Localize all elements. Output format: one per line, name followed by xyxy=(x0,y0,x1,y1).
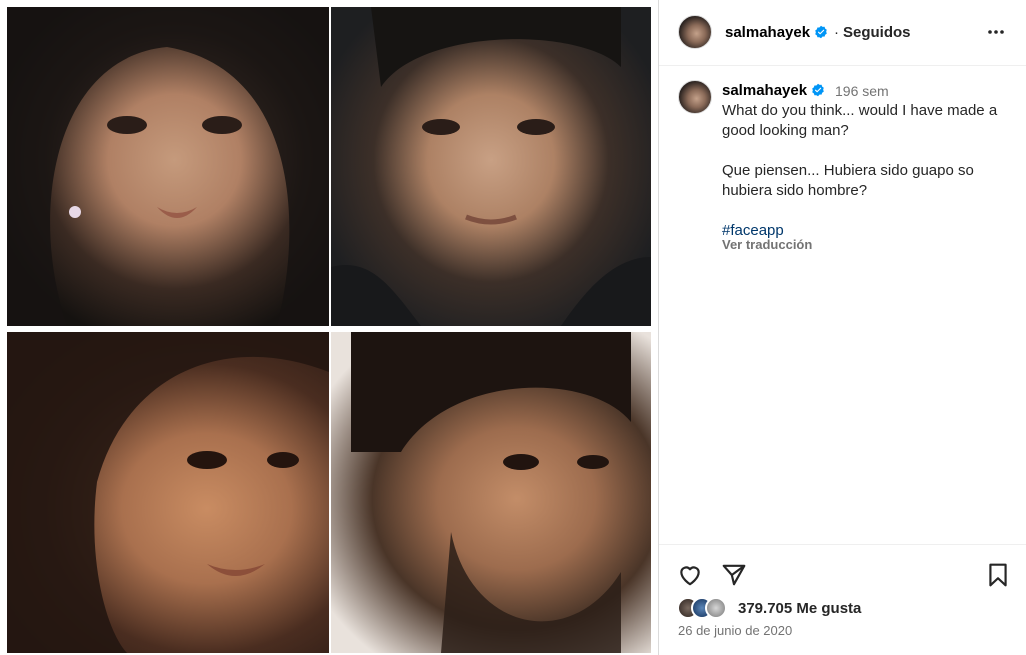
instagram-post-view: salmahayek · Seguidos salmahayek 196 sem… xyxy=(0,0,1026,655)
verified-badge-icon xyxy=(815,25,827,39)
see-translation-button[interactable]: Ver traducción xyxy=(722,237,812,252)
heart-icon[interactable] xyxy=(677,562,703,588)
portrait-illustration xyxy=(7,7,329,326)
post-header: salmahayek · Seguidos xyxy=(659,0,1026,66)
post-media[interactable] xyxy=(0,0,658,655)
caption-username-link[interactable]: salmahayek xyxy=(722,82,825,99)
header-username-link[interactable]: salmahayek xyxy=(725,24,828,41)
portrait-illustration xyxy=(351,332,631,653)
caption-line-english: What do you think... would I have made a… xyxy=(722,102,998,139)
verified-badge-icon xyxy=(812,83,824,97)
photo-tile-man-1 xyxy=(331,7,651,326)
liker-avatars[interactable] xyxy=(677,597,737,619)
paper-plane-icon[interactable] xyxy=(721,562,747,588)
caption-timestamp[interactable]: 196 sem xyxy=(835,83,889,99)
post-side-panel: salmahayek · Seguidos salmahayek 196 sem… xyxy=(659,0,1026,655)
bookmark-icon[interactable] xyxy=(985,562,1011,588)
photo-tile-man-2 xyxy=(331,332,651,653)
caption-text: What do you think... would I have made a… xyxy=(722,101,1012,241)
photo-tile-woman-2 xyxy=(7,332,329,653)
avatar[interactable] xyxy=(678,15,712,49)
avatar xyxy=(705,597,727,619)
post-date: 26 de junio de 2020 xyxy=(678,623,793,638)
post-actions: 379.705 Me gusta 26 de junio de 2020 xyxy=(659,544,1026,655)
username-text[interactable]: salmahayek xyxy=(722,82,807,99)
more-options-icon[interactable] xyxy=(984,20,1008,44)
portrait-illustration xyxy=(7,332,329,653)
separator-dot: · xyxy=(834,24,839,41)
caption-line-spanish: Que piensen... Hubiera sido guapo so hub… xyxy=(722,162,974,199)
caption-avatar[interactable] xyxy=(678,80,712,114)
likes-count[interactable]: 379.705 Me gusta xyxy=(738,600,861,617)
portrait-illustration xyxy=(331,7,651,326)
username-text[interactable]: salmahayek xyxy=(725,24,810,41)
caption-block: salmahayek 196 sem What do you think... … xyxy=(659,66,1026,544)
following-button[interactable]: Seguidos xyxy=(843,24,911,41)
photo-tile-woman-1 xyxy=(7,7,329,326)
